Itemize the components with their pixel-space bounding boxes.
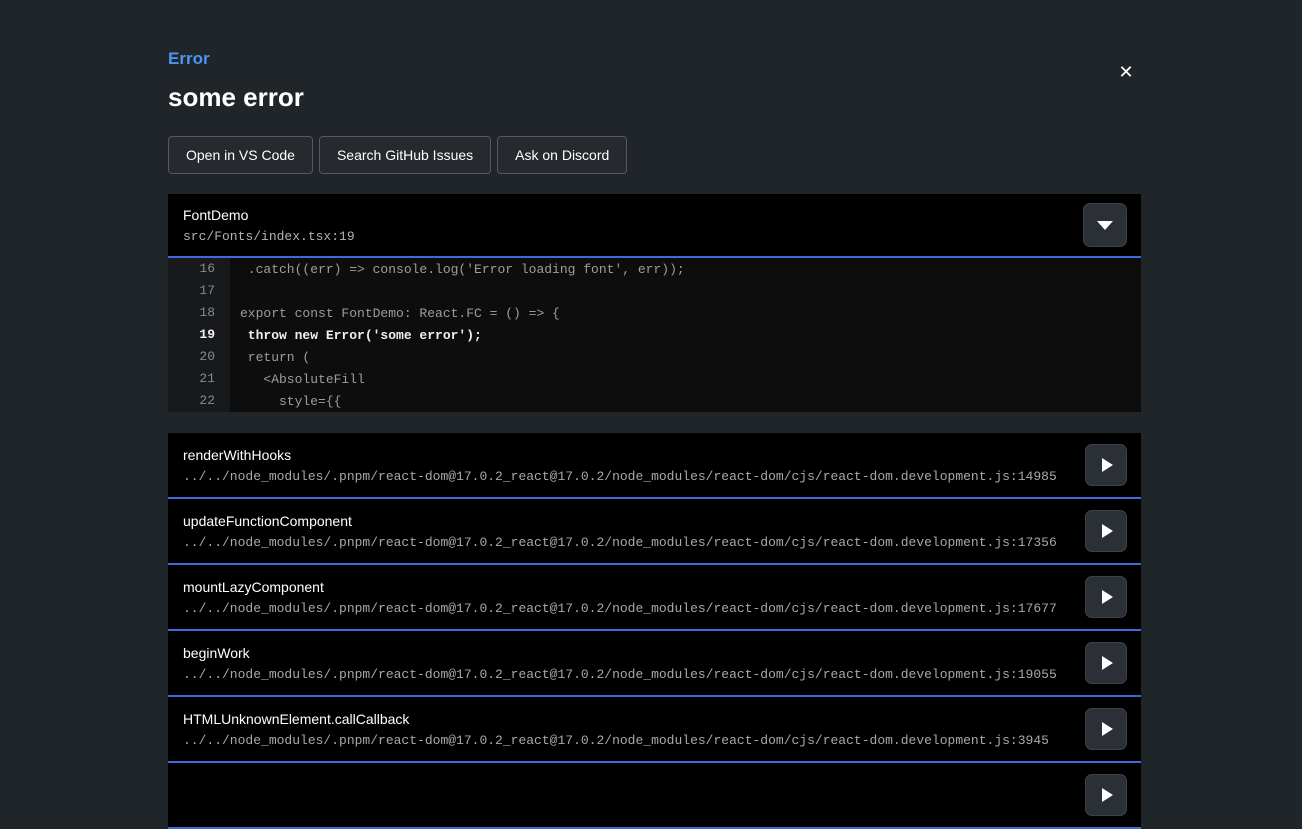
line-number: 20	[168, 346, 230, 368]
stack-frame: renderWithHooks ../../node_modules/.pnpm…	[168, 433, 1141, 499]
line-code: return (	[230, 350, 310, 365]
stack-frame-path: ../../node_modules/.pnpm/react-dom@17.0.…	[183, 667, 1071, 682]
expand-stack-frame-button[interactable]	[1085, 708, 1127, 750]
expand-stack-frame-button[interactable]	[1085, 774, 1127, 816]
error-message-title: some error	[168, 82, 1141, 113]
code-line: 21 <AbsoluteFill	[168, 368, 1141, 390]
expand-stack-frame-button[interactable]	[1085, 576, 1127, 618]
stack-frame-path: ../../node_modules/.pnpm/react-dom@17.0.…	[183, 535, 1071, 550]
line-number: 17	[168, 280, 230, 302]
stack-frame-partial	[168, 763, 1141, 829]
error-kicker: Error	[168, 49, 1141, 69]
chevron-down-icon	[1097, 221, 1113, 230]
line-code: throw new Error('some error');	[230, 328, 482, 343]
line-number: 18	[168, 302, 230, 324]
expand-stack-frame-button[interactable]	[1085, 510, 1127, 552]
open-in-vscode-button[interactable]: Open in VS Code	[168, 136, 313, 174]
play-expand-icon	[1102, 458, 1113, 472]
code-frame-source: 16 .catch((err) => console.log('Error lo…	[168, 258, 1141, 412]
code-line: 18 export const FontDemo: React.FC = () …	[168, 302, 1141, 324]
line-number: 22	[168, 390, 230, 412]
stack-frame-path: ../../node_modules/.pnpm/react-dom@17.0.…	[183, 601, 1071, 616]
stack-frame-function: HTMLUnknownElement.callCallback	[183, 711, 1071, 727]
stack-frame: mountLazyComponent ../../node_modules/.p…	[168, 565, 1141, 631]
line-number: 19	[168, 324, 230, 346]
line-code: export const FontDemo: React.FC = () => …	[230, 306, 560, 321]
search-github-issues-button[interactable]: Search GitHub Issues	[319, 136, 491, 174]
code-line: 17	[168, 280, 1141, 302]
expand-stack-frame-button[interactable]	[1085, 642, 1127, 684]
action-buttons-row: Open in VS Code Search GitHub Issues Ask…	[168, 136, 1141, 174]
play-expand-icon	[1102, 722, 1113, 736]
code-line: 16 .catch((err) => console.log('Error lo…	[168, 258, 1141, 280]
stack-frame-path: ../../node_modules/.pnpm/react-dom@17.0.…	[183, 733, 1071, 748]
line-number: 16	[168, 258, 230, 280]
code-line: 22 style={{	[168, 390, 1141, 412]
line-number: 21	[168, 368, 230, 390]
play-expand-icon	[1102, 590, 1113, 604]
stack-frame-function: beginWork	[183, 645, 1071, 661]
code-frame-location: src/Fonts/index.tsx:19	[183, 229, 1141, 244]
stack-frame: HTMLUnknownElement.callCallback ../../no…	[168, 697, 1141, 763]
play-expand-icon	[1102, 656, 1113, 670]
code-frame-function-name: FontDemo	[183, 207, 1141, 223]
code-frame: FontDemo src/Fonts/index.tsx:19 16 .catc…	[168, 194, 1141, 412]
line-code: style={{	[230, 394, 341, 409]
line-code: .catch((err) => console.log('Error loadi…	[230, 262, 685, 277]
expand-stack-frame-button[interactable]	[1085, 444, 1127, 486]
code-line-highlighted: 19 throw new Error('some error');	[168, 324, 1141, 346]
stack-frame: beginWork ../../node_modules/.pnpm/react…	[168, 631, 1141, 697]
line-code: <AbsoluteFill	[230, 372, 365, 387]
stack-frame-function: updateFunctionComponent	[183, 513, 1071, 529]
stack-frame: updateFunctionComponent ../../node_modul…	[168, 499, 1141, 565]
stack-frame-function: mountLazyComponent	[183, 579, 1071, 595]
play-expand-icon	[1102, 788, 1113, 802]
ask-on-discord-button[interactable]: Ask on Discord	[497, 136, 627, 174]
stack-frame-function: renderWithHooks	[183, 447, 1071, 463]
code-frame-header: FontDemo src/Fonts/index.tsx:19	[168, 194, 1141, 258]
stack-trace-list: renderWithHooks ../../node_modules/.pnpm…	[168, 433, 1141, 829]
collapse-code-frame-button[interactable]	[1083, 203, 1127, 247]
error-overlay: Error some error Open in VS Code Search …	[168, 0, 1141, 829]
code-line: 20 return (	[168, 346, 1141, 368]
play-expand-icon	[1102, 524, 1113, 538]
stack-frame-path: ../../node_modules/.pnpm/react-dom@17.0.…	[183, 469, 1071, 484]
